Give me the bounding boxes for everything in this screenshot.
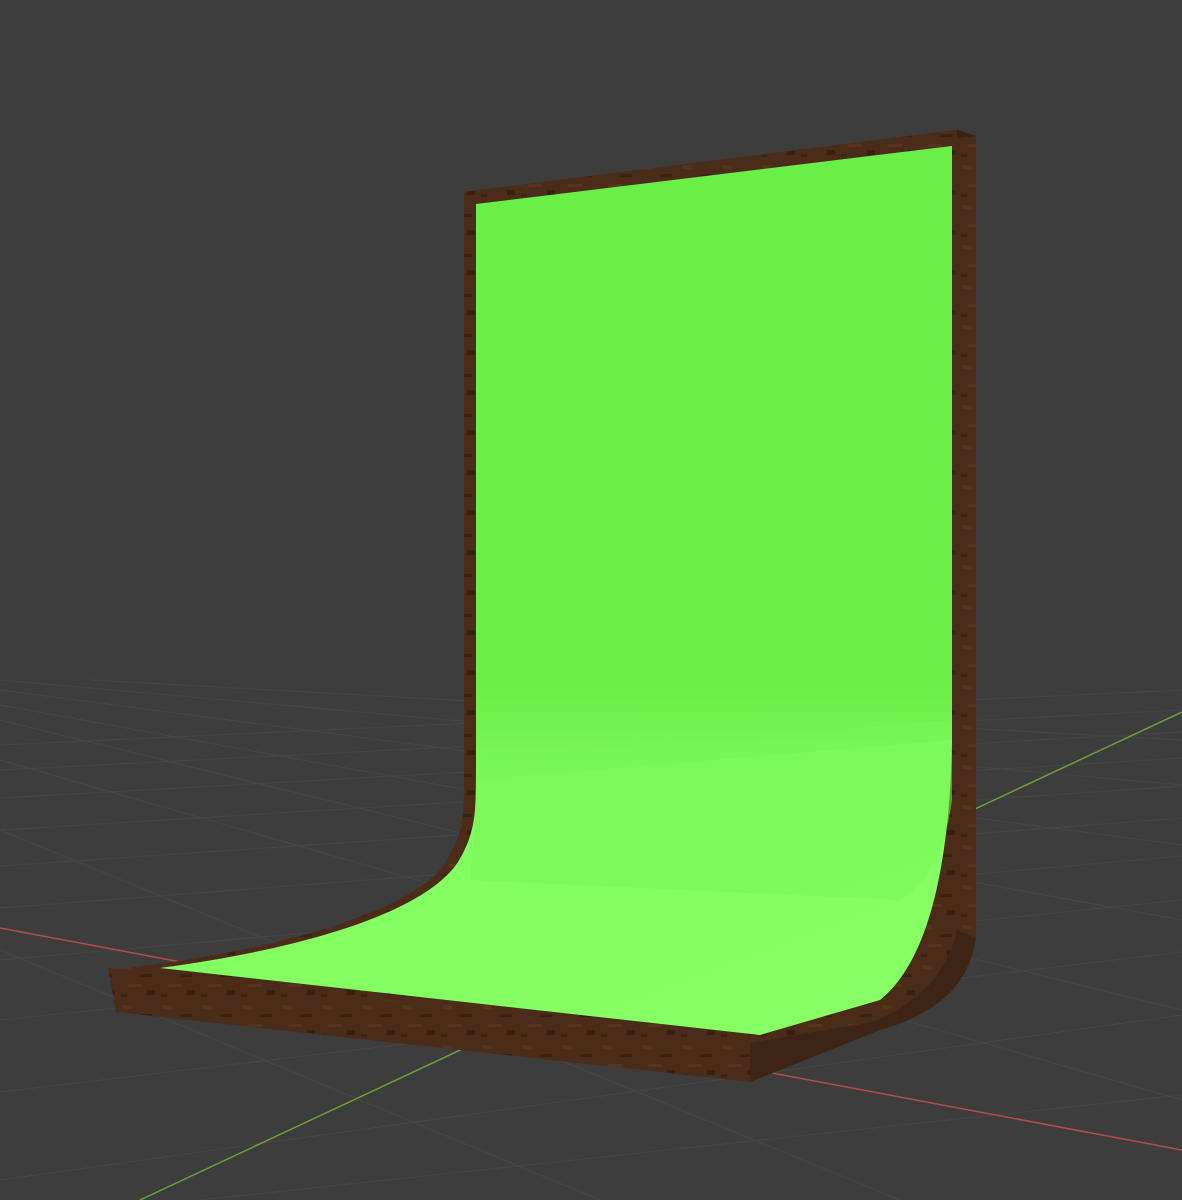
frame-right-edge xyxy=(957,130,976,938)
green-screen-wall xyxy=(476,146,952,800)
viewport-canvas[interactable] xyxy=(0,0,1182,1200)
3d-viewport[interactable] xyxy=(0,0,1182,1200)
